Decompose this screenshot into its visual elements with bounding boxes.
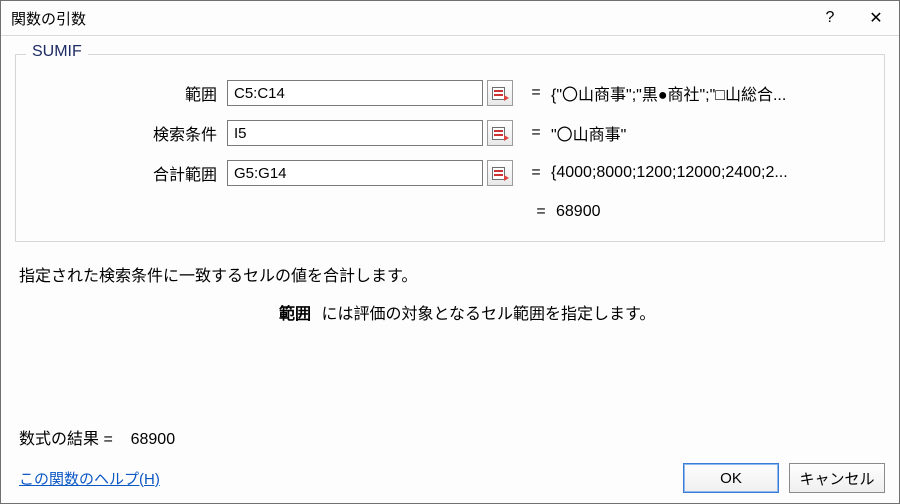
function-arguments-dialog: 関数の引数 ? ✕ SUMIF 範囲 = {"〇山商事";"黒●商社";"□山総… [0, 0, 900, 504]
ok-button[interactable]: OK [683, 463, 779, 493]
cancel-button[interactable]: キャンセル [789, 463, 885, 493]
equals-sign: = [513, 124, 551, 142]
ref-edit-button[interactable] [487, 160, 513, 186]
equals-sign: = [513, 164, 551, 182]
equals-sign: = [513, 84, 551, 102]
ref-edit-icon [492, 166, 508, 180]
equals-sign: = [526, 203, 556, 221]
argument-description-text: には評価の対象となるセル範囲を指定します。 [321, 306, 655, 323]
help-button[interactable]: ? [807, 1, 853, 35]
formula-result-value: 68900 [131, 431, 176, 448]
evaluated-result-row: = 68900 [32, 197, 868, 227]
ok-button-label: OK [720, 470, 742, 487]
formula-result-label: 数式の結果 = [19, 431, 113, 448]
arg-label: 検索条件 [32, 121, 227, 145]
help-link[interactable]: この関数のヘルプ(H) [15, 468, 160, 489]
arguments-fieldset: SUMIF 範囲 = {"〇山商事";"黒●商社";"□山総合... 検索条件 … [15, 54, 885, 242]
arg-preview: "〇山商事" [551, 121, 868, 145]
close-button[interactable]: ✕ [853, 1, 899, 35]
arg-label: 範囲 [32, 81, 227, 105]
arg-row-range: 範囲 = {"〇山商事";"黒●商社";"□山総合... [32, 73, 868, 113]
function-description: 指定された検索条件に一致するセルの値を合計します。 [19, 262, 881, 286]
close-icon: ✕ [869, 8, 882, 28]
function-name: SUMIF [26, 43, 88, 61]
help-icon: ? [826, 9, 835, 27]
arg-row-sumrange: 合計範囲 = {4000;8000;1200;12000;2400;2... [32, 153, 868, 193]
dialog-body: SUMIF 範囲 = {"〇山商事";"黒●商社";"□山総合... 検索条件 … [1, 36, 899, 459]
argument-description-name: 範囲 [279, 306, 317, 323]
arg-row-criteria: 検索条件 = "〇山商事" [32, 113, 868, 153]
arg-input-sumrange[interactable] [227, 160, 483, 186]
arg-label: 合計範囲 [32, 161, 227, 185]
formula-result: 数式の結果 = 68900 [15, 425, 885, 449]
arg-preview: {"〇山商事";"黒●商社";"□山総合... [551, 81, 868, 105]
arg-input-criteria[interactable] [227, 120, 483, 146]
arg-preview: {4000;8000;1200;12000;2400;2... [551, 164, 868, 182]
cancel-button-label: キャンセル [799, 468, 874, 489]
argument-description: 範囲 には評価の対象となるセル範囲を指定します。 [19, 300, 881, 324]
dialog-footer: この関数のヘルプ(H) OK キャンセル [1, 459, 899, 503]
ref-edit-button[interactable] [487, 120, 513, 146]
ref-edit-icon [492, 126, 508, 140]
ref-edit-button[interactable] [487, 80, 513, 106]
arg-input-range[interactable] [227, 80, 483, 106]
titlebar: 関数の引数 ? ✕ [1, 1, 899, 36]
evaluated-result: 68900 [556, 203, 868, 221]
ref-edit-icon [492, 86, 508, 100]
window-title: 関数の引数 [1, 8, 807, 29]
